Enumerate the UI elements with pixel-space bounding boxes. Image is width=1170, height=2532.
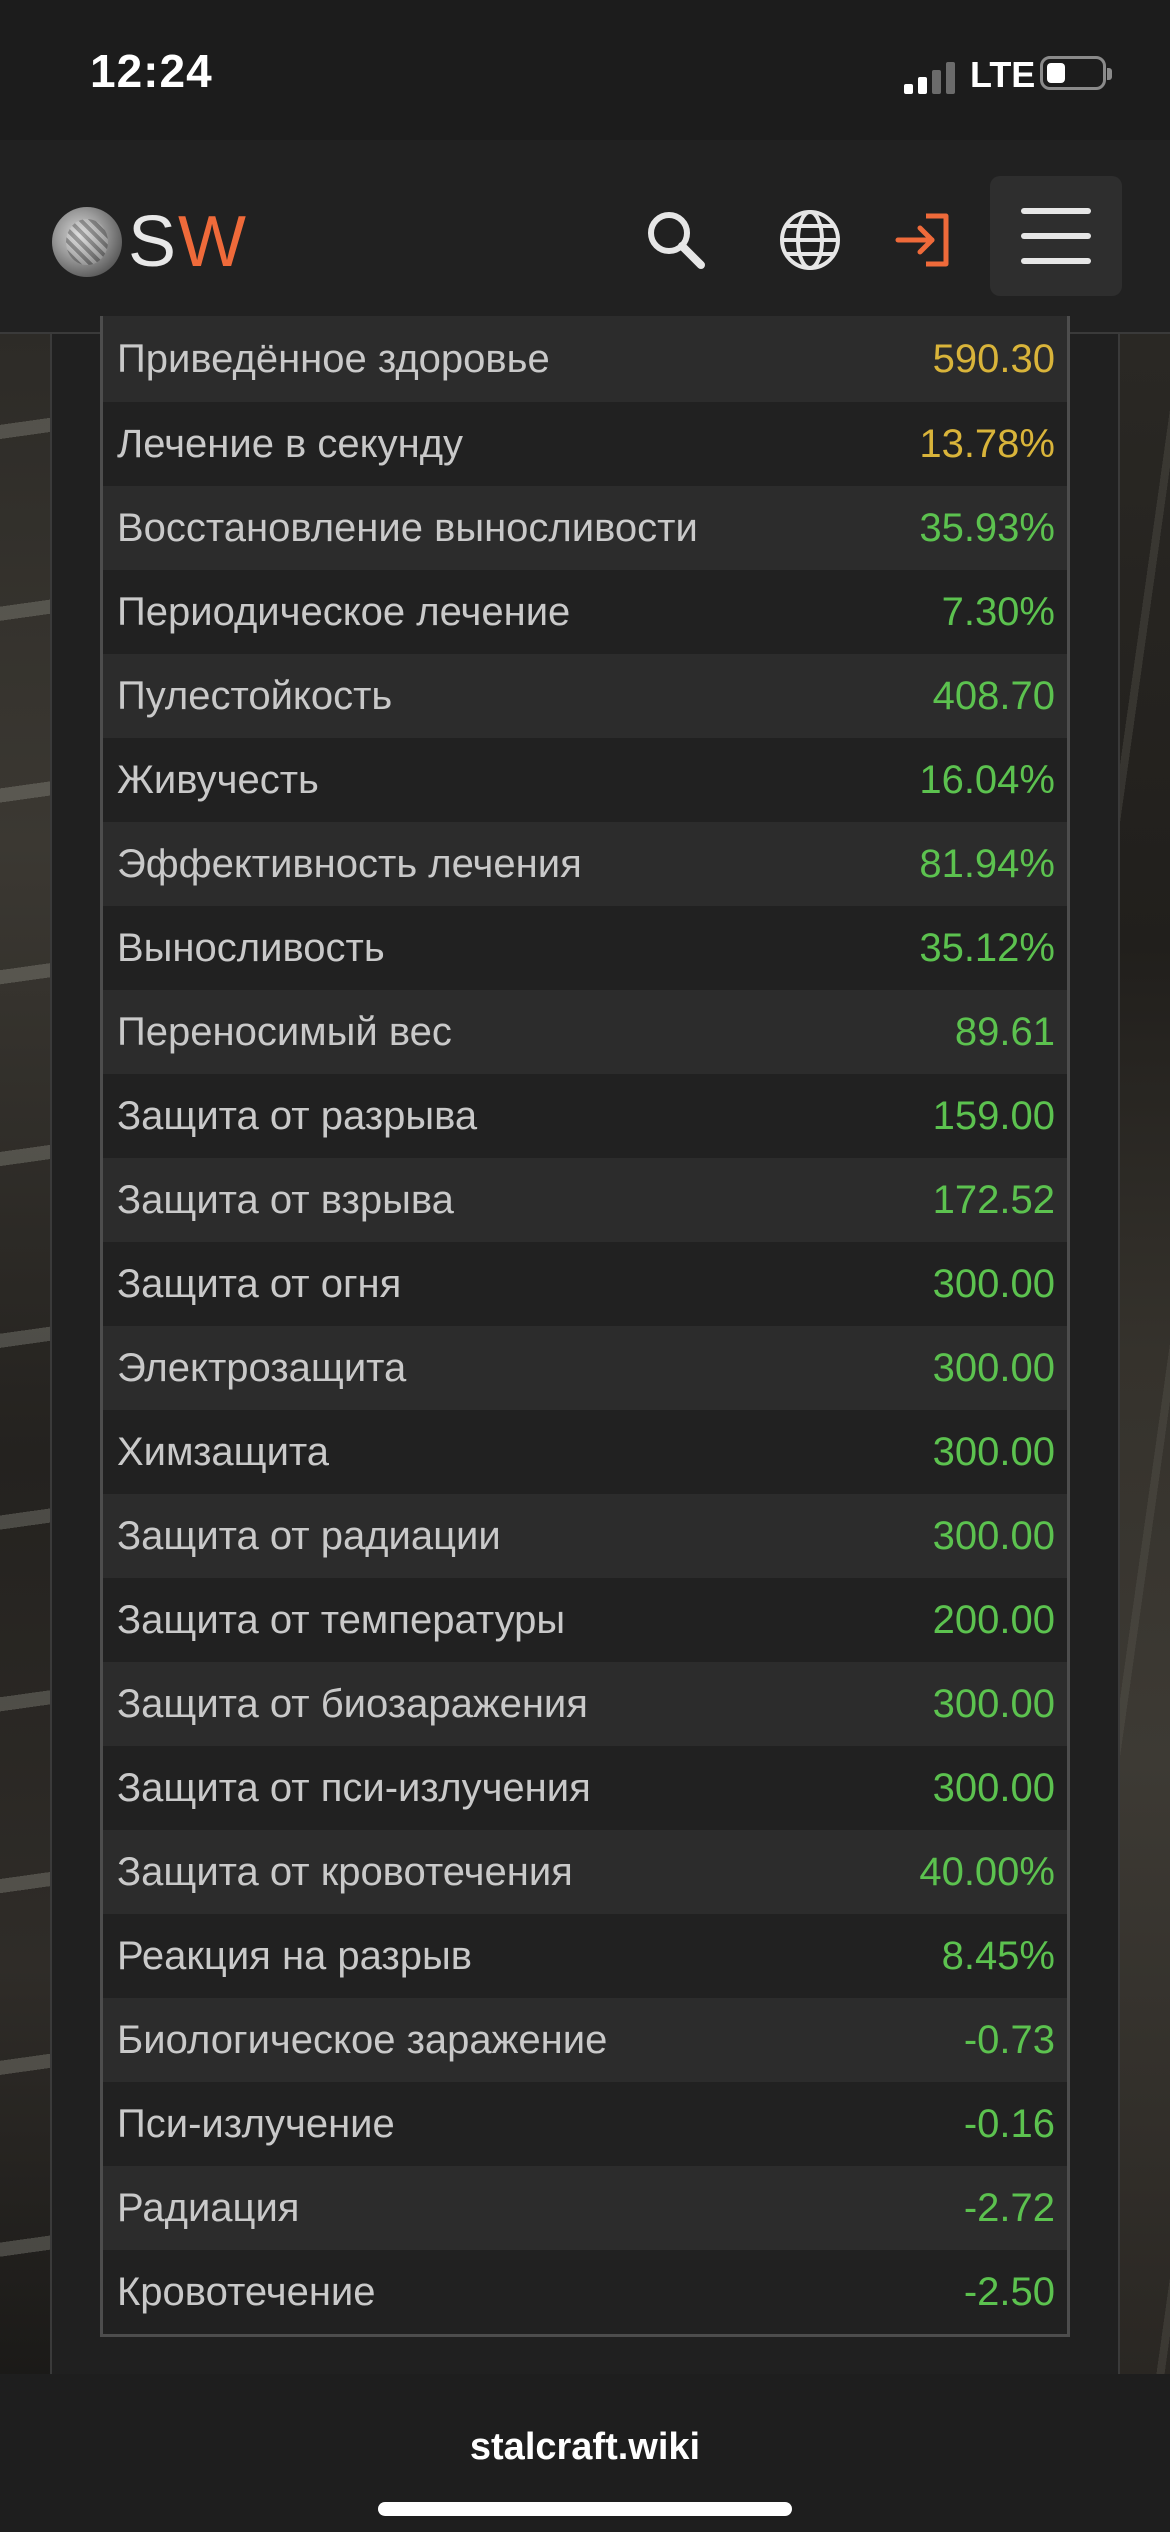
browser-address-bar[interactable]: stalcraft.wiki [0, 2374, 1170, 2532]
stat-row: Пулестойкость 408.70 [103, 654, 1067, 738]
stat-value: 35.12% [919, 925, 1055, 970]
stat-row: Живучесть 16.04% [103, 738, 1067, 822]
item-stats-table: Приведённое здоровье 590.30 Лечение в секу… [100, 316, 1070, 2337]
stat-label: Реакция на разрыв [117, 1933, 473, 1978]
stat-label: Химзащита [117, 1429, 330, 1474]
site-header: SW [0, 140, 1170, 334]
stat-label: Защита от пси-излучения [117, 1765, 591, 1810]
stat-row: Кровотечение -2.50 [103, 2250, 1067, 2334]
stat-value: 7.30% [941, 589, 1055, 634]
stat-label: Живучесть [117, 757, 319, 802]
search-icon [648, 212, 705, 269]
stat-label: Пси-излучение [117, 2101, 395, 2146]
stat-label: Защита от взрыва [117, 1177, 454, 1222]
stat-label: Защита от кровотечения [117, 1849, 573, 1894]
stat-row: Приведённое здоровье 590.30 [103, 316, 1067, 402]
status-time: 12:24 [90, 45, 213, 97]
battery-icon [1040, 56, 1112, 90]
stat-label: Защита от биозаражения [117, 1681, 588, 1726]
stat-row: Выносливость 35.12% [103, 906, 1067, 990]
stat-label: Защита от температуры [117, 1597, 566, 1642]
stat-label: Кровотечение [117, 2269, 376, 2314]
stat-value: 408.70 [932, 673, 1055, 718]
stat-row: Электрозащита 300.00 [103, 1326, 1067, 1410]
stat-row: Защита от радиации 300.00 [103, 1494, 1067, 1578]
stat-value: 590.30 [932, 336, 1055, 381]
stat-label: Защита от радиации [117, 1513, 501, 1558]
stat-value: 200.00 [932, 1597, 1055, 1642]
stat-value: 40.00% [919, 1849, 1055, 1894]
stat-value: 172.52 [932, 1177, 1055, 1222]
stat-row: Защита от разрыва 159.00 [103, 1074, 1067, 1158]
site-logo[interactable]: SW [52, 204, 248, 280]
stat-row: Защита от взрыва 172.52 [103, 1158, 1067, 1242]
login-button[interactable] [884, 200, 964, 280]
stat-row: Химзащита 300.00 [103, 1410, 1067, 1494]
stat-value: 16.04% [919, 757, 1055, 802]
logo-letter-s: S [128, 202, 179, 282]
stat-row: Пси-излучение -0.16 [103, 2082, 1067, 2166]
stat-label: Приведённое здоровье [117, 336, 550, 381]
stat-value: 300.00 [932, 1345, 1055, 1390]
globe-icon [780, 210, 840, 270]
cellular-signal-icon [904, 60, 964, 94]
stat-label: Электрозащита [117, 1345, 407, 1390]
stat-value: -2.72 [963, 2185, 1055, 2230]
stat-value: -2.50 [963, 2269, 1055, 2314]
stat-label: Пулестойкость [117, 673, 393, 718]
stat-value: 8.45% [941, 1933, 1055, 1978]
stat-label: Эффективность лечения [117, 841, 582, 886]
background-image-left [0, 334, 50, 2374]
logo-letter-w: W [178, 202, 248, 282]
stat-row: Биологическое заражение -0.73 [103, 1998, 1067, 2082]
stat-value: -0.73 [963, 2017, 1055, 2062]
background-image-right [1120, 334, 1170, 2374]
stat-value: 89.61 [954, 1009, 1055, 1054]
stat-row: Защита от пси-излучения 300.00 [103, 1746, 1067, 1830]
stat-label: Переносимый вес [117, 1009, 452, 1054]
stat-row: Защита от кровотечения 40.00% [103, 1830, 1067, 1914]
stat-label: Восстановление выносливости [117, 505, 698, 550]
stat-value: -0.16 [963, 2101, 1055, 2146]
search-button[interactable] [636, 200, 716, 280]
stat-label: Лечение в секунду [117, 421, 464, 466]
stat-value: 35.93% [919, 505, 1055, 550]
status-bar: 12:24 LTE [0, 0, 1170, 140]
stat-row: Реакция на разрыв 8.45% [103, 1914, 1067, 1998]
language-button[interactable] [770, 200, 850, 280]
home-indicator[interactable] [378, 2502, 792, 2516]
stat-value: 81.94% [919, 841, 1055, 886]
stat-value: 300.00 [932, 1429, 1055, 1474]
stat-value: 13.78% [919, 421, 1055, 466]
stat-row: Защита от температуры 200.00 [103, 1578, 1067, 1662]
stat-label: Защита от разрыва [117, 1093, 478, 1138]
stat-row: Периодическое лечение 7.30% [103, 570, 1067, 654]
stat-value: 300.00 [932, 1681, 1055, 1726]
stat-row: Радиация -2.72 [103, 2166, 1067, 2250]
stat-value: 300.00 [932, 1261, 1055, 1306]
stat-label: Биологическое заражение [117, 2017, 608, 2062]
stat-row: Эффективность лечения 81.94% [103, 822, 1067, 906]
logo-text: SW [128, 204, 248, 280]
stat-label: Периодическое лечение [117, 589, 571, 634]
stat-value: 300.00 [932, 1513, 1055, 1558]
network-type: LTE [970, 54, 1036, 95]
url-domain[interactable]: stalcraft.wiki [0, 2426, 1170, 2469]
stat-value: 159.00 [932, 1093, 1055, 1138]
menu-button[interactable] [990, 176, 1122, 296]
login-icon [895, 213, 949, 267]
stat-label: Защита от огня [117, 1261, 402, 1306]
stat-row: Защита от биозаражения 300.00 [103, 1662, 1067, 1746]
stat-label: Радиация [117, 2185, 300, 2230]
stat-row: Восстановление выносливости 35.93% [103, 486, 1067, 570]
logo-emblem-icon [52, 207, 122, 277]
stat-row: Переносимый вес 89.61 [103, 990, 1067, 1074]
stat-label: Выносливость [117, 925, 385, 970]
stat-value: 300.00 [932, 1765, 1055, 1810]
stat-row: Лечение в секунду 13.78% [103, 402, 1067, 486]
stat-row: Защита от огня 300.00 [103, 1242, 1067, 1326]
